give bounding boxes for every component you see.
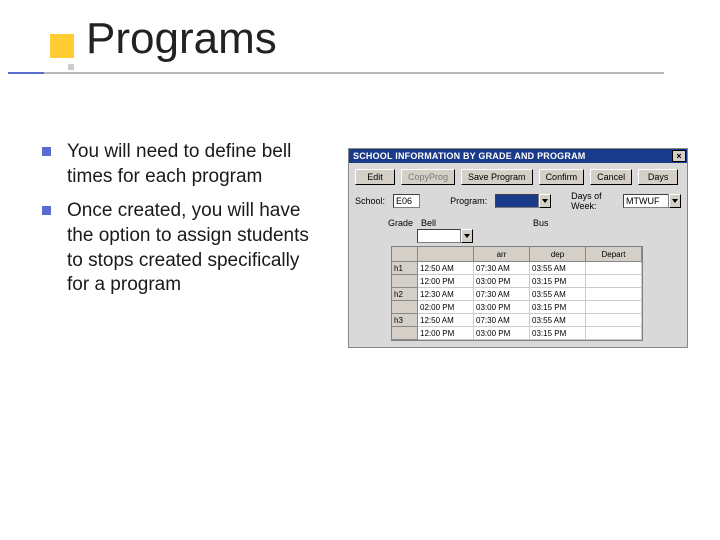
- bell-filter-dropdown[interactable]: [417, 229, 473, 243]
- cancel-button[interactable]: Cancel: [590, 169, 632, 185]
- titlebar: SCHOOL INFORMATION BY GRADE AND PROGRAM …: [349, 149, 687, 163]
- time-cell[interactable]: 03:15 PM: [530, 301, 586, 314]
- close-button[interactable]: ×: [672, 150, 686, 162]
- time-cell[interactable]: 03:55 AM: [530, 262, 586, 275]
- time-cell[interactable]: [586, 301, 642, 314]
- program-dropdown[interactable]: [495, 194, 551, 208]
- col-header-arr: arr: [474, 247, 530, 261]
- app-window: SCHOOL INFORMATION BY GRADE AND PROGRAM …: [348, 148, 688, 348]
- chevron-down-icon[interactable]: [539, 194, 551, 208]
- time-cell[interactable]: [586, 314, 642, 327]
- days-button[interactable]: Days: [638, 169, 678, 185]
- bus-header: Bus: [529, 218, 585, 228]
- time-cell[interactable]: 03:15 PM: [530, 327, 586, 340]
- bell-filter-value: [417, 229, 461, 243]
- toolbar: Edit CopyProg Save Program Confirm Cance…: [349, 163, 687, 188]
- title-accent-square: [50, 34, 74, 58]
- time-cell[interactable]: 03:00 PM: [474, 275, 530, 288]
- bell-header: Bell: [417, 218, 473, 228]
- table-corner: [392, 247, 418, 261]
- grade-cell: h1: [392, 262, 418, 275]
- time-cell[interactable]: 12:30 AM: [418, 288, 474, 301]
- time-cell[interactable]: [586, 275, 642, 288]
- window-title: SCHOOL INFORMATION BY GRADE AND PROGRAM: [353, 151, 585, 161]
- col-header-dep: dep: [530, 247, 586, 261]
- time-cell[interactable]: 03:00 PM: [474, 301, 530, 314]
- title-accent-notch: [68, 64, 74, 70]
- time-cell[interactable]: [586, 262, 642, 275]
- table-row: 02:00 PM 03:00 PM 03:15 PM: [392, 301, 642, 314]
- list-item: You will need to define bell times for e…: [42, 140, 322, 189]
- title-rule-accent: [8, 72, 44, 74]
- bullet-square-icon: [42, 206, 51, 215]
- time-cell[interactable]: 12:50 AM: [418, 314, 474, 327]
- days-of-week-dropdown[interactable]: MTWUF: [623, 194, 681, 208]
- copy-prog-button[interactable]: CopyProg: [401, 169, 455, 185]
- table-row: 12:00 PM 03:00 PM 03:15 PM: [392, 327, 642, 340]
- bullet-text: Once created, you will have the option t…: [67, 199, 322, 298]
- school-label: School:: [355, 196, 385, 206]
- bullet-text: You will need to define bell times for e…: [67, 140, 322, 189]
- time-cell[interactable]: 07:30 AM: [474, 314, 530, 327]
- grade-header: Grade: [361, 218, 417, 228]
- grade-cell: [392, 275, 418, 288]
- grade-cell: h3: [392, 314, 418, 327]
- program-label: Program:: [450, 196, 487, 206]
- time-cell[interactable]: 03:55 AM: [530, 314, 586, 327]
- time-cell[interactable]: 12:00 PM: [418, 275, 474, 288]
- table-subheader-row: arr dep Depart: [392, 247, 642, 262]
- program-value: [495, 194, 539, 208]
- time-cell[interactable]: [586, 288, 642, 301]
- time-cell[interactable]: 12:50 AM: [418, 262, 474, 275]
- save-program-button[interactable]: Save Program: [461, 169, 533, 185]
- chevron-down-icon[interactable]: [669, 194, 681, 208]
- time-cell[interactable]: 07:30 AM: [474, 262, 530, 275]
- time-cell[interactable]: 12:00 PM: [418, 327, 474, 340]
- table-row: 12:00 PM 03:00 PM 03:15 PM: [392, 275, 642, 288]
- bell-times-table: Grade Bell Bus arr dep Depart: [349, 214, 687, 347]
- time-cell[interactable]: 02:00 PM: [418, 301, 474, 314]
- chevron-down-icon[interactable]: [461, 229, 473, 243]
- col-header: [418, 247, 474, 261]
- grade-cell: [392, 301, 418, 314]
- time-cell[interactable]: 03:15 PM: [530, 275, 586, 288]
- slide-title: Programs: [86, 14, 277, 64]
- title-rule: [44, 72, 664, 74]
- fields-row: School: E06 Program: Days of Week: MTWUF: [349, 188, 687, 214]
- time-cell[interactable]: 03:55 AM: [530, 288, 586, 301]
- table-row: h3 12:50 AM 07:30 AM 03:55 AM: [392, 314, 642, 327]
- bullet-square-icon: [42, 147, 51, 156]
- grade-cell: h2: [392, 288, 418, 301]
- grade-cell: [392, 327, 418, 340]
- col-header-depart: Depart: [586, 247, 642, 261]
- time-cell[interactable]: [586, 327, 642, 340]
- confirm-button[interactable]: Confirm: [539, 169, 585, 185]
- edit-button[interactable]: Edit: [355, 169, 395, 185]
- table-row: h1 12:50 AM 07:30 AM 03:55 AM: [392, 262, 642, 275]
- time-cell[interactable]: 07:30 AM: [474, 288, 530, 301]
- table-row: h2 12:30 AM 07:30 AM 03:55 AM: [392, 288, 642, 301]
- time-cell[interactable]: 03:00 PM: [474, 327, 530, 340]
- school-field[interactable]: E06: [393, 194, 420, 208]
- bullet-list: You will need to define bell times for e…: [42, 140, 322, 308]
- days-of-week-label: Days of Week:: [571, 191, 615, 211]
- list-item: Once created, you will have the option t…: [42, 199, 322, 298]
- days-of-week-value: MTWUF: [623, 194, 669, 208]
